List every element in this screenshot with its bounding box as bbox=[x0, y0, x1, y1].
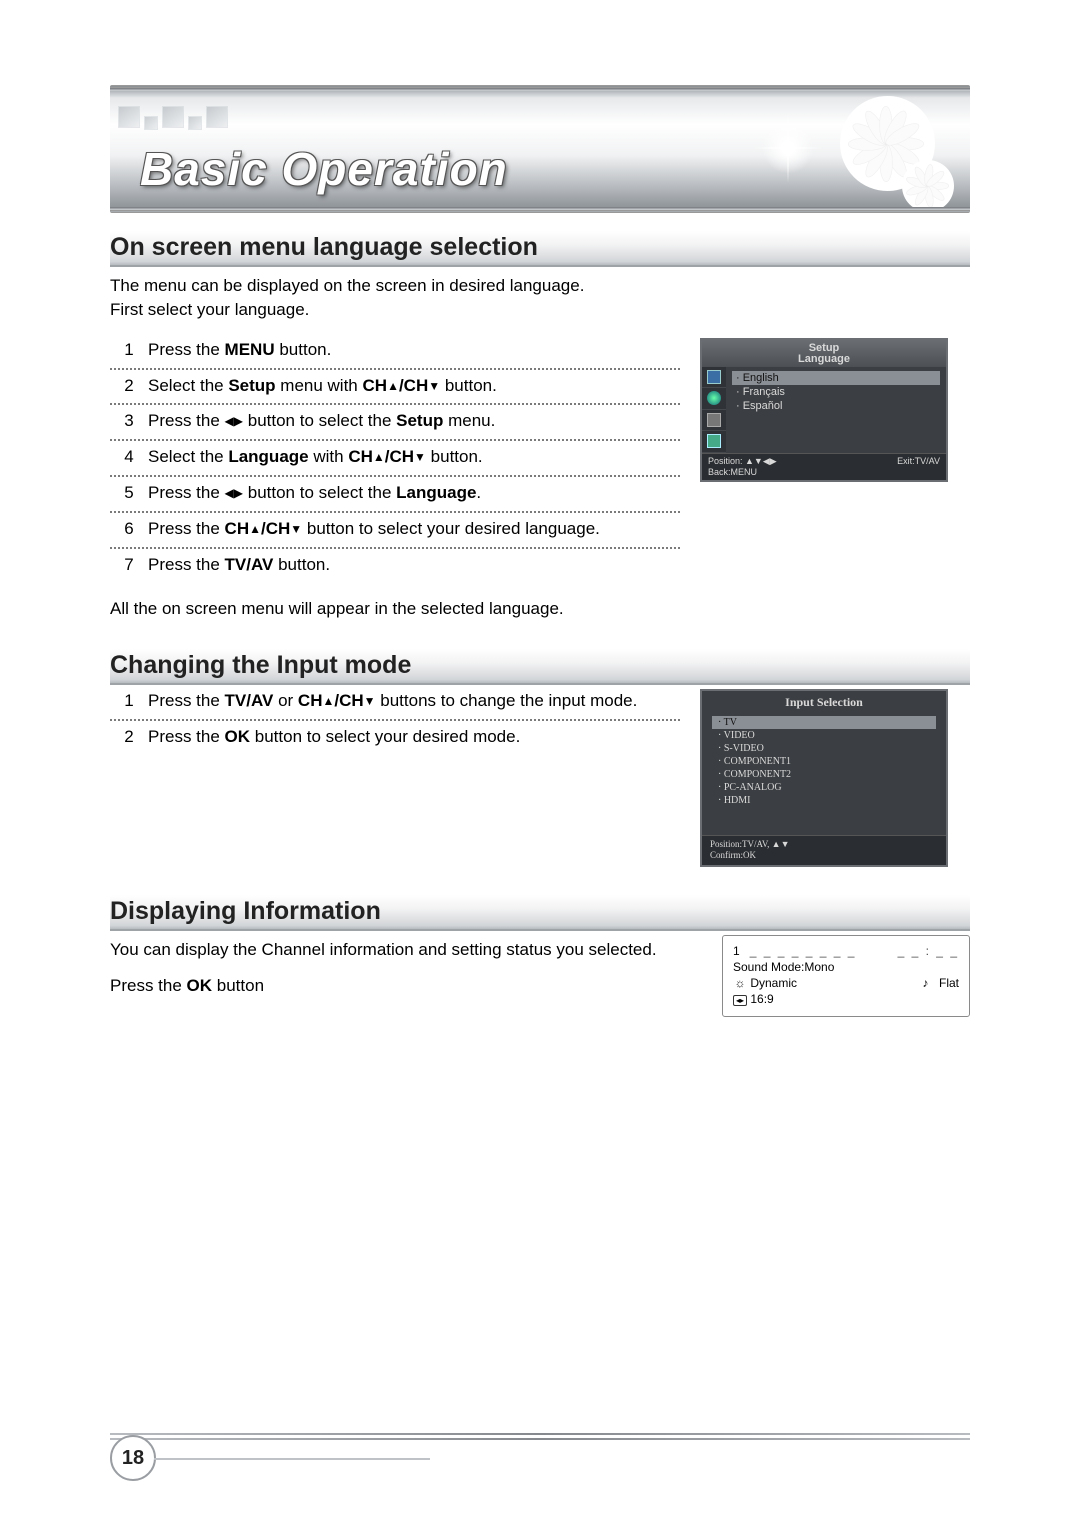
section-heading-language: On screen menu language selection bbox=[110, 231, 970, 267]
note-icon: ♪ bbox=[918, 976, 932, 990]
step-number: 5 bbox=[110, 482, 148, 505]
aspect-icon: ◂▸ bbox=[733, 995, 747, 1006]
osd-input-item: · COMPONENT2 bbox=[712, 768, 936, 781]
section1-steps: 1Press the MENU button.2Select the Setup… bbox=[110, 334, 680, 584]
osd-setup-title1: Setup bbox=[809, 342, 840, 354]
step-text: Press the TV/AV or CH▲/CH▼ buttons to ch… bbox=[148, 690, 680, 713]
step-text: Press the TV/AV button. bbox=[148, 554, 680, 577]
osd-input-title: Input Selection bbox=[702, 691, 946, 716]
osd-input-list: · TV· VIDEO· S-VIDEO· COMPONENT1· COMPON… bbox=[702, 716, 946, 835]
osd-input-footer2: Confirm:OK bbox=[710, 850, 938, 861]
step-number: 7 bbox=[110, 554, 148, 577]
osd-input-item: · HDMI bbox=[712, 794, 936, 807]
section-heading-input: Changing the Input mode bbox=[110, 649, 970, 685]
step-row: 5Press the ◀▶ button to select the Langu… bbox=[110, 477, 680, 513]
section1-note: All the on screen menu will appear in th… bbox=[110, 597, 970, 621]
osd-input-footer1: Position:TV/AV, ▲▼ bbox=[710, 839, 938, 850]
step-text: Press the OK button to select your desir… bbox=[148, 726, 680, 749]
info-channel: 1 bbox=[733, 944, 740, 958]
osd-language-item: · Español bbox=[732, 399, 940, 413]
step-row: 1Press the MENU button. bbox=[110, 334, 680, 370]
sound-icon bbox=[707, 391, 721, 405]
page-number: 18 bbox=[110, 1435, 156, 1481]
osd-language-item: · Français bbox=[732, 385, 940, 399]
info-picture: Dynamic bbox=[750, 976, 797, 990]
daisy-photo bbox=[790, 94, 960, 210]
section2-steps: 1Press the TV/AV or CH▲/CH▼ buttons to c… bbox=[110, 685, 680, 755]
step-row: 1Press the TV/AV or CH▲/CH▼ buttons to c… bbox=[110, 685, 680, 721]
step-number: 2 bbox=[110, 375, 148, 398]
osd-category-icons bbox=[702, 367, 726, 453]
step-number: 2 bbox=[110, 726, 148, 749]
step-text: Press the CH▲/CH▼ button to select your … bbox=[148, 518, 680, 541]
step-text: Press the ◀▶ button to select the Setup … bbox=[148, 410, 680, 433]
step-number: 6 bbox=[110, 518, 148, 541]
step-number: 3 bbox=[110, 410, 148, 433]
section3-intro: You can display the Channel information … bbox=[110, 938, 702, 962]
osd-setup-title2: Language bbox=[798, 353, 850, 365]
osd-input-item: · VIDEO bbox=[712, 729, 936, 742]
step-row: 6Press the CH▲/CH▼ button to select your… bbox=[110, 513, 680, 549]
channel-icon bbox=[707, 413, 721, 427]
osd-input-item: · S-VIDEO bbox=[712, 742, 936, 755]
osd-setup-language: Setup Language · English· Français· Espa… bbox=[700, 338, 948, 482]
osd-input-item: · TV bbox=[712, 716, 936, 729]
picture-icon bbox=[707, 370, 721, 384]
info-time-dashes: _ _ : _ _ bbox=[898, 944, 959, 958]
section3-action: Press the OK button bbox=[110, 974, 702, 998]
step-text: Select the Language with CH▲/CH▼ button. bbox=[148, 446, 680, 469]
info-aspect: 16:9 bbox=[750, 992, 773, 1006]
sun-icon: ☼ bbox=[733, 976, 747, 990]
step-number: 1 bbox=[110, 339, 148, 362]
osd-input-item: · PC-ANALOG bbox=[712, 781, 936, 794]
osd-footer-left: Position: ▲▼◀▶ Back:MENU bbox=[708, 456, 777, 477]
osd-input-selection: Input Selection · TV· VIDEO· S-VIDEO· CO… bbox=[700, 689, 948, 868]
osd-footer-right: Exit:TV/AV bbox=[897, 456, 940, 477]
osd-language-item: · English bbox=[732, 371, 940, 385]
step-number: 4 bbox=[110, 446, 148, 469]
info-sound-eq: Flat bbox=[939, 976, 959, 990]
setup-icon bbox=[707, 434, 721, 448]
osd-input-item: · COMPONENT1 bbox=[712, 755, 936, 768]
step-text: Select the Setup menu with CH▲/CH▼ butto… bbox=[148, 375, 680, 398]
banner-tiles-decor bbox=[118, 106, 228, 130]
step-row: 3Press the ◀▶ button to select the Setup… bbox=[110, 405, 680, 441]
osd-language-list: · English· Français· Español bbox=[726, 367, 946, 453]
chapter-title: Basic Operation bbox=[140, 142, 508, 196]
step-text: Press the MENU button. bbox=[148, 339, 680, 362]
step-text: Press the ◀▶ button to select the Langua… bbox=[148, 482, 680, 505]
step-row: 2Select the Setup menu with CH▲/CH▼ butt… bbox=[110, 370, 680, 406]
step-row: 7Press the TV/AV button. bbox=[110, 549, 680, 583]
channel-info-overlay: 1 _ _ _ _ _ _ _ _ _ _ : _ _ Sound Mode:M… bbox=[722, 935, 970, 1017]
step-row: 4Select the Language with CH▲/CH▼ button… bbox=[110, 441, 680, 477]
step-row: 2Press the OK button to select your desi… bbox=[110, 721, 680, 755]
chapter-banner: Basic Operation bbox=[110, 85, 970, 213]
info-name-dashes: _ _ _ _ _ _ _ _ bbox=[750, 944, 857, 958]
info-sound-mode: Sound Mode:Mono bbox=[733, 960, 834, 974]
section1-intro: The menu can be displayed on the screen … bbox=[110, 274, 970, 322]
section-heading-info: Displaying Information bbox=[110, 895, 970, 931]
step-number: 1 bbox=[110, 690, 148, 713]
